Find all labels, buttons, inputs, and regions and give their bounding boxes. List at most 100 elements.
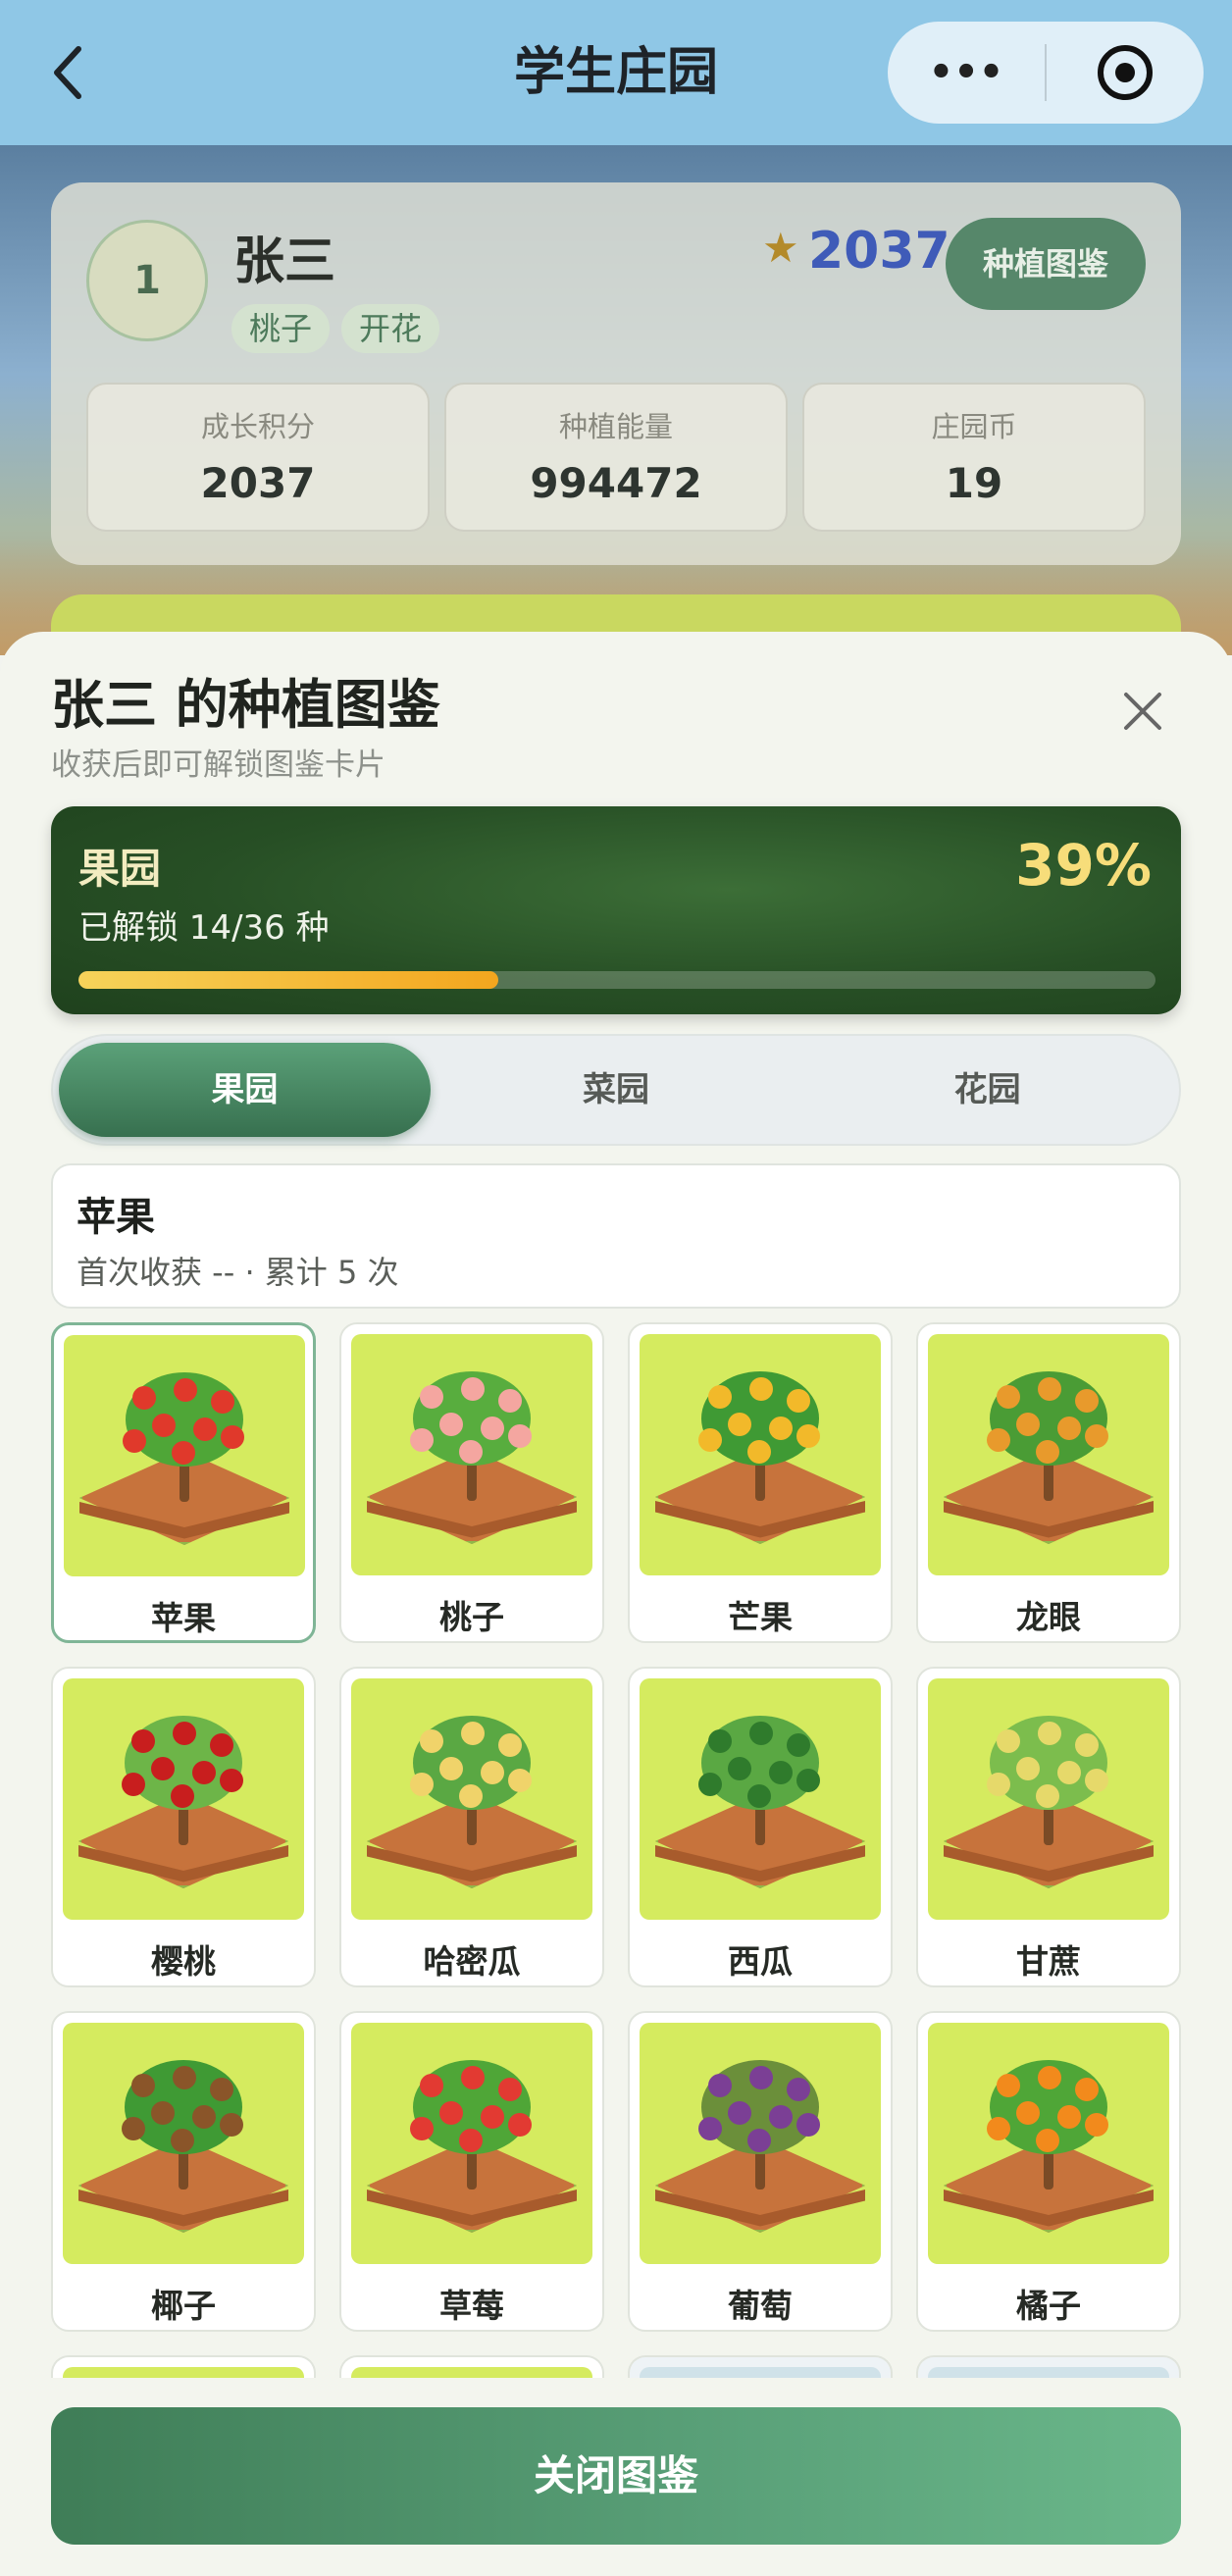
fruit-dot: [459, 2129, 483, 2152]
fruit-dot: [131, 2074, 155, 2097]
fruit-dot: [749, 1722, 773, 1745]
detail-harvest-info: 首次收获 -- · 累计 5 次: [77, 1254, 399, 1291]
fruit-dot: [498, 2078, 522, 2101]
fruit-dot: [997, 2074, 1020, 2097]
more-menu-icon[interactable]: •••: [888, 22, 1045, 124]
plant-card[interactable]: 龙眼: [916, 1322, 1181, 1643]
sheet-title: 张三 的种植图鉴: [51, 674, 440, 736]
fruit-dot: [1038, 2066, 1061, 2089]
fruit-dot: [210, 2078, 233, 2101]
fruit-dot: [747, 1440, 771, 1464]
fruit-dot: [459, 1440, 483, 1464]
fruit-dot: [508, 1424, 532, 1448]
fruit-dot: [796, 2113, 820, 2137]
fruit-dot: [769, 1417, 793, 1440]
strawberry-icon: [351, 2023, 592, 2264]
fruit-dot: [508, 2113, 532, 2137]
fruit-dot: [461, 2066, 485, 2089]
plant-card[interactable]: 橘子: [916, 2011, 1181, 2332]
detail-plant-name: 苹果: [77, 1195, 155, 1240]
tab-flower-garden[interactable]: 花园: [801, 1043, 1173, 1137]
plant-card[interactable]: 草莓: [339, 2011, 604, 2332]
fruit-dot: [481, 1417, 504, 1440]
fruit-dot: [461, 1722, 485, 1745]
stat-label: 成长积分: [200, 410, 315, 443]
close-program-icon[interactable]: [1047, 22, 1204, 124]
fruit-dot: [987, 1773, 1010, 1796]
plant-book-button[interactable]: 种植图鉴: [946, 218, 1146, 310]
fruit-dot: [173, 2066, 196, 2089]
fruit-dot: [1016, 1757, 1040, 1780]
fruit-dot: [997, 1729, 1020, 1753]
fruit-dot: [1036, 2129, 1059, 2152]
fruit-dot: [439, 1413, 463, 1436]
fruit-dot: [987, 2117, 1010, 2140]
plant-card[interactable]: 苹果: [51, 1322, 316, 1643]
plant-card-label: 葡萄: [728, 2287, 793, 2325]
fruit-dot: [708, 1729, 732, 1753]
unlock-percent: 39%: [1015, 832, 1152, 899]
apple-tree-icon: [64, 1335, 305, 1576]
fruit-dot: [698, 1428, 722, 1452]
fruit-dot: [1057, 2105, 1081, 2129]
stat-plant-energy: 种植能量 994472: [444, 383, 788, 532]
close-book-button[interactable]: 关闭图鉴: [51, 2407, 1181, 2545]
sugarcane-icon: [928, 1678, 1169, 1920]
fruit-dot: [1085, 1769, 1108, 1792]
fruit-dot: [698, 1773, 722, 1796]
plant-book-sheet: 张三 的种植图鉴 收获后即可解锁图鉴卡片 果园 已解锁 14/36 种 39% …: [0, 632, 1232, 2576]
fruit-dot: [439, 2101, 463, 2125]
fruit-dot: [1038, 1722, 1061, 1745]
orange-tree-icon: [928, 2023, 1169, 2264]
fruit-dot: [410, 2117, 434, 2140]
fruit-dot: [1075, 1389, 1099, 1413]
fruit-dot: [151, 2101, 175, 2125]
fruit-dot: [1036, 1784, 1059, 1808]
garden-name: 果园: [78, 845, 162, 893]
plant-card[interactable]: 樱桃: [51, 1667, 316, 1987]
fruit-dot: [1075, 1733, 1099, 1757]
tab-orchard[interactable]: 果园: [59, 1043, 431, 1137]
stat-value: 19: [945, 459, 1003, 507]
fruit-dot: [787, 1389, 810, 1413]
plant-card-label: 橘子: [1016, 2287, 1081, 2325]
fruit-dot: [498, 1389, 522, 1413]
fruit-dot: [796, 1769, 820, 1792]
fruit-dot: [1075, 2078, 1099, 2101]
student-name: 张三: [233, 232, 336, 291]
tab-vegetable-garden[interactable]: 菜园: [431, 1043, 802, 1137]
fruit-dot: [997, 1385, 1020, 1409]
grape-vine-icon: [640, 2023, 881, 2264]
plant-card-grid: 苹果 桃子 芒果 龙眼樱桃 哈密瓜 西瓜 甘蔗椰子 草莓 葡萄 橘子: [51, 1322, 1181, 2416]
plant-card[interactable]: 椰子: [51, 2011, 316, 2332]
fruit-dot: [728, 2101, 751, 2125]
close-icon[interactable]: [1112, 681, 1173, 742]
score-value: 2037: [808, 222, 950, 281]
fruit-dot: [171, 1784, 194, 1808]
fruit-dot: [131, 1729, 155, 1753]
fruit-dot: [173, 1722, 196, 1745]
plant-card[interactable]: 甘蔗: [916, 1667, 1181, 1987]
fruit-dot: [749, 1377, 773, 1401]
fruit-dot: [1036, 1440, 1059, 1464]
fruit-dot: [193, 1417, 217, 1441]
fruit-dot: [1057, 1761, 1081, 1784]
plant-card[interactable]: 葡萄: [628, 2011, 893, 2332]
fruit-dot: [1085, 1424, 1108, 1448]
unlock-count: 已解锁 14/36 种: [78, 908, 330, 948]
plant-card[interactable]: 哈密瓜: [339, 1667, 604, 1987]
fruit-dot: [220, 2113, 243, 2137]
fruit-dot: [796, 1424, 820, 1448]
fruit-dot: [698, 2117, 722, 2140]
plant-card[interactable]: 桃子: [339, 1322, 604, 1643]
plant-card[interactable]: 芒果: [628, 1322, 893, 1643]
fruit-dot: [151, 1757, 175, 1780]
fruit-dot: [420, 1729, 443, 1753]
fruit-dot: [174, 1378, 197, 1402]
rank-avatar: 1: [86, 220, 208, 341]
fruit-dot: [210, 1733, 233, 1757]
plant-card[interactable]: 西瓜: [628, 1667, 893, 1987]
fruit-dot: [1016, 2101, 1040, 2125]
fruit-dot: [708, 2074, 732, 2097]
fruit-dot: [787, 2078, 810, 2101]
